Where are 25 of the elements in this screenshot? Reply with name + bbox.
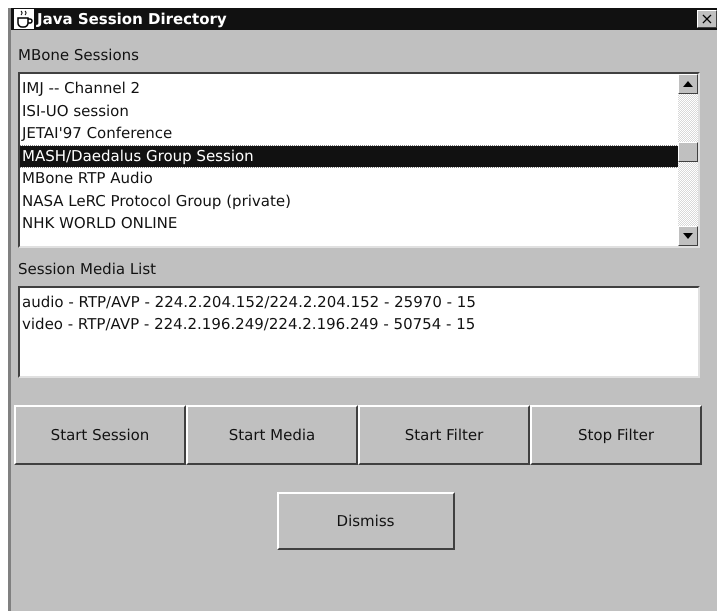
session-item[interactable]: NHK WORLD ONLINE [20, 213, 678, 234]
action-button[interactable]: Start Media [186, 405, 358, 465]
session-item[interactable]: ISI-UO session [20, 100, 678, 122]
media-label: Session Media List [18, 259, 158, 280]
dismiss-button[interactable]: Dismiss [276, 492, 454, 550]
media-item[interactable]: video - RTP/AVP - 224.2.196.249/224.2.196.249 - 50754 - 15 [22, 313, 696, 335]
session-item[interactable]: MASH/Daedalus Group Session [20, 146, 678, 166]
scroll-thumb[interactable] [678, 142, 698, 162]
scrollbar[interactable] [678, 74, 698, 246]
window-title: Java Session Directory [37, 10, 228, 28]
action-button[interactable]: Start Session [14, 405, 186, 465]
session-item[interactable]: NASA LeRC Protocol Group (private) [20, 190, 678, 212]
session-item[interactable]: IMJ -- Channel 2 [20, 78, 678, 99]
down-arrow-icon [683, 233, 693, 239]
media-item[interactable]: audio - RTP/AVP - 224.2.204.152/224.2.204.152 - 25970 - 15 [22, 291, 696, 313]
close-button[interactable]: × [697, 10, 717, 28]
coffee-cup-icon [14, 9, 34, 29]
up-arrow-icon [683, 81, 693, 87]
action-button[interactable]: Start Filter [358, 405, 530, 465]
session-item[interactable]: MBone RTP Audio [20, 168, 678, 189]
scroll-down-button[interactable] [678, 226, 698, 246]
action-button[interactable]: Stop Filter [530, 405, 702, 465]
scroll-up-button[interactable] [678, 74, 698, 94]
session-item[interactable]: JETAI'97 Conference [20, 123, 678, 144]
sessions-label: MBone Sessions [18, 45, 140, 66]
